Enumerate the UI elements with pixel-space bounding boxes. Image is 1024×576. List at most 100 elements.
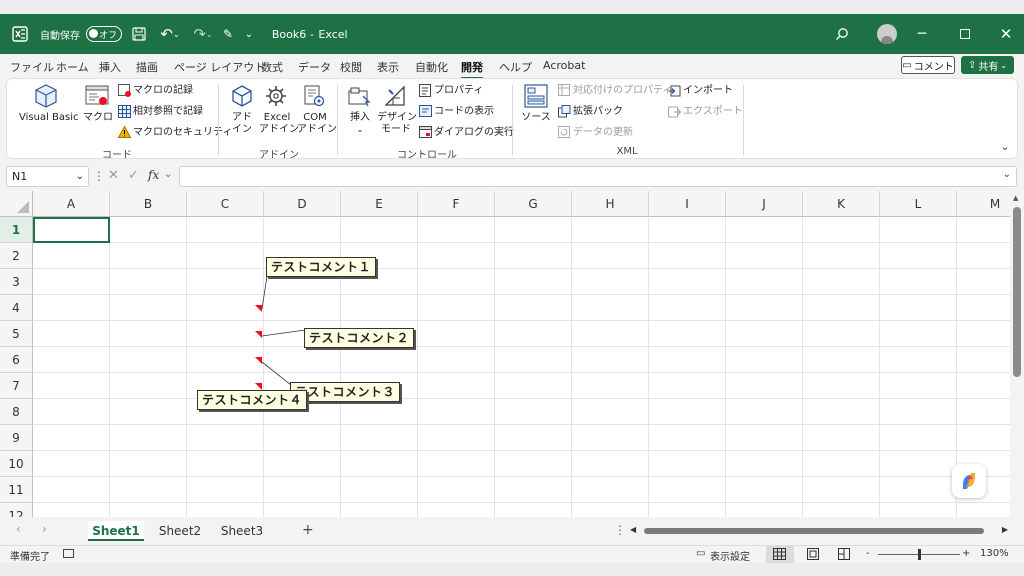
zoom-slider-thumb[interactable]: [918, 549, 921, 560]
zoom-out-button[interactable]: -: [866, 548, 870, 559]
chevron-down-icon[interactable]: ⌄: [76, 167, 84, 186]
addin-button[interactable]: アド イン: [227, 112, 257, 136]
excel-addin-button[interactable]: Excel アドイン: [259, 112, 299, 136]
com-addin-label-1: COM: [303, 112, 327, 123]
chevron-down-icon[interactable]: ⌄: [164, 169, 172, 180]
refresh-data-button[interactable]: データの更新: [573, 127, 633, 139]
cancel-icon[interactable]: ✕: [108, 168, 119, 183]
share-button[interactable]: ⇪ 共有 ⌄: [961, 56, 1014, 74]
more-options-icon[interactable]: ⋮: [93, 169, 105, 183]
close-icon[interactable]: ✕: [996, 14, 1016, 54]
menu-item[interactable]: ヘルプ: [499, 59, 532, 75]
name-box[interactable]: N1 ⌄: [6, 166, 89, 187]
refresh-data-icon: [557, 125, 571, 139]
add-sheet-button[interactable]: +: [302, 522, 314, 538]
insert-control-label: 挿入: [350, 112, 370, 123]
properties-button[interactable]: プロパティ: [434, 85, 483, 97]
enter-icon[interactable]: ✓: [128, 168, 139, 183]
accessibility-icon[interactable]: [63, 547, 74, 558]
horizontal-scroll-thumb[interactable]: [644, 528, 984, 534]
autosave-toggle[interactable]: オフ: [84, 14, 124, 54]
comment-indicator[interactable]: [255, 305, 262, 312]
sheet-tab[interactable]: Sheet1: [88, 521, 144, 541]
normal-view-icon: [773, 548, 786, 563]
comment-indicator[interactable]: [255, 383, 262, 390]
menu-item[interactable]: 校閲: [340, 59, 362, 75]
menu-item[interactable]: 描画: [136, 59, 158, 75]
menu-item[interactable]: 数式: [261, 59, 283, 75]
undo-icon[interactable]: ↶ ⌄: [155, 14, 185, 54]
comment-box[interactable]: テストコメント２: [304, 328, 415, 348]
import-button[interactable]: インポート: [683, 85, 733, 97]
comment-box[interactable]: テストコメント４: [197, 390, 308, 410]
worksheet-grid[interactable]: A B C D E F G H I J K L M 1 2 3 4 5 6 7 8 9 10 11 12 テストコメント１ テストコ…: [0, 191, 1010, 517]
comment-indicator[interactable]: [255, 357, 262, 364]
formula-input[interactable]: ⌄: [179, 166, 1017, 187]
scroll-up-icon[interactable]: ▲: [1013, 194, 1018, 202]
menu-item[interactable]: データ: [298, 59, 331, 75]
expansion-packs-icon: [557, 104, 571, 118]
menu-item[interactable]: Acrobat: [543, 59, 585, 72]
addin-label-2: イン: [232, 124, 252, 135]
design-mode-button[interactable]: デザイン モード: [377, 112, 417, 136]
chevron-down-icon: ⌄: [356, 125, 364, 134]
customize-qat-icon[interactable]: ⌄: [242, 14, 256, 54]
menu-item[interactable]: 自動化: [415, 59, 448, 75]
insert-control-button[interactable]: 挿入 ⌄: [345, 112, 375, 136]
vertical-scroll-thumb[interactable]: [1013, 207, 1021, 377]
excel-addin-label-1: Excel: [263, 112, 291, 123]
horizontal-scrollbar[interactable]: ◀ ▶: [628, 525, 1010, 537]
source-button[interactable]: ソース: [519, 112, 553, 124]
page-layout-icon[interactable]: [807, 548, 819, 563]
group-label-code: コード: [102, 150, 132, 161]
menu-item[interactable]: ホーム: [56, 59, 89, 75]
menu-item[interactable]: 表示: [377, 59, 399, 75]
comment-button[interactable]: ▭ コメント: [901, 56, 955, 74]
menu-item[interactable]: ページ レイアウト: [174, 59, 265, 75]
visual-basic-button[interactable]: Visual Basic: [19, 112, 79, 124]
insert-function-button[interactable]: fx: [148, 168, 159, 182]
scroll-right-icon[interactable]: ▶: [1002, 525, 1008, 534]
view-code-button[interactable]: コードの表示: [434, 106, 494, 118]
scroll-left-icon[interactable]: ◀: [630, 525, 636, 534]
sheet-tab[interactable]: Sheet3: [214, 521, 270, 541]
run-dialog-button[interactable]: ダイアログの実行: [434, 127, 514, 139]
search-icon[interactable]: [832, 14, 852, 54]
minimize-icon[interactable]: ─: [912, 14, 932, 54]
page-break-icon[interactable]: [838, 548, 850, 563]
group-separator: [743, 85, 744, 155]
menu-item[interactable]: 挿入: [99, 59, 121, 75]
com-addin-button[interactable]: COM アドイン: [297, 112, 337, 136]
menu-item[interactable]: 開発: [461, 59, 483, 79]
avatar[interactable]: [876, 14, 898, 54]
expansion-packs-button[interactable]: 拡張パック: [573, 106, 623, 118]
ribbon-collapse-icon[interactable]: ⌄: [997, 139, 1013, 153]
display-settings-icon[interactable]: ▭: [696, 548, 705, 559]
redo-icon[interactable]: ↷ ⌄: [188, 14, 218, 54]
more-options-icon[interactable]: ⋮: [614, 523, 626, 537]
comment-indicator[interactable]: [255, 331, 262, 338]
zoom-in-button[interactable]: +: [962, 548, 970, 559]
relative-reference-button[interactable]: 相対参照で記録: [133, 106, 203, 118]
macro-button[interactable]: マクロ: [81, 112, 115, 124]
display-settings-button[interactable]: 表示設定: [710, 548, 750, 563]
file-name: Book6: [271, 27, 307, 41]
comment-box[interactable]: テストコメント１: [266, 257, 377, 277]
run-dialog-icon: [418, 125, 432, 139]
group-separator: [337, 85, 338, 155]
sheet-tab[interactable]: Sheet2: [152, 521, 208, 541]
export-button[interactable]: エクスポート: [683, 106, 743, 118]
record-macro-button[interactable]: マクロの記録: [133, 85, 193, 97]
expand-formula-icon[interactable]: ⌄: [1003, 169, 1011, 180]
menu-item[interactable]: ファイル: [10, 59, 54, 75]
vertical-scrollbar[interactable]: ▲: [1010, 191, 1024, 531]
zoom-level[interactable]: 130%: [980, 548, 1009, 559]
next-sheet-icon[interactable]: ›: [42, 522, 47, 536]
excel-window: 自動保存 オフ ↶ ⌄ ↷ ⌄ ✎ ⌄ Book6 - Excel ─ ✕ ファイル…: [0, 14, 1024, 563]
map-properties-button[interactable]: 対応付けのプロパティ: [573, 85, 672, 97]
save-icon[interactable]: [130, 14, 148, 54]
record-macro-icon: [117, 83, 131, 97]
previous-sheet-icon[interactable]: ‹: [16, 522, 21, 536]
maximize-icon[interactable]: [955, 14, 975, 54]
draw-icon[interactable]: ✎: [218, 14, 238, 54]
